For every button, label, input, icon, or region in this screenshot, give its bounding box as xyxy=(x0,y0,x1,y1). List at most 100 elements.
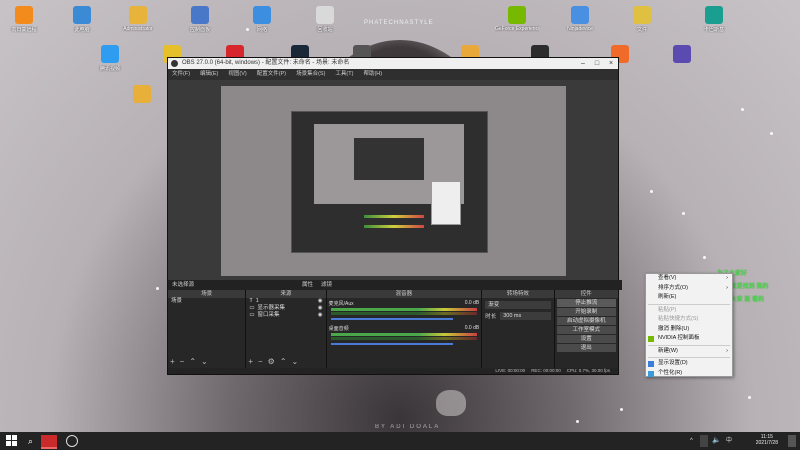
duration-input[interactable]: 300 ms xyxy=(500,312,551,320)
remove-icon[interactable]: − xyxy=(258,357,263,366)
obs-statusbar: LIVE: 00:00:00 REC: 00:00:00 CPU: 0.7%, … xyxy=(168,368,618,374)
desktop-icon[interactable] xyxy=(660,45,704,65)
menu-edit[interactable]: 编辑(E) xyxy=(200,69,218,80)
ctx-new[interactable]: 新建(W) › xyxy=(646,347,732,357)
ctx-undo-delete[interactable]: 撤消 删除(U) xyxy=(646,325,732,335)
remove-icon[interactable]: − xyxy=(180,357,185,366)
chevron-right-icon: › xyxy=(726,347,728,354)
ctx-refresh[interactable]: 刷新(E) xyxy=(646,293,732,303)
desktop-icon[interactable]: 此电脑 xyxy=(60,6,104,33)
ctx-label: 刷新(E) xyxy=(658,294,677,300)
desktop-icon[interactable]: 网络 xyxy=(240,6,284,33)
menu-scene-collection[interactable]: 场景集合(S) xyxy=(296,69,325,80)
start-recording-button[interactable]: 开始录制 xyxy=(556,308,616,316)
obs-taskbar-icon[interactable] xyxy=(66,435,78,447)
audio-meter xyxy=(330,337,478,340)
ctx-paste[interactable]: 粘贴(P) xyxy=(646,306,732,316)
settings-button[interactable]: 设置 xyxy=(556,335,616,343)
scenes-dock-header: 场景 xyxy=(168,290,246,298)
move-up-icon[interactable]: ⌃ xyxy=(189,357,196,366)
studio-mode-button[interactable]: 工作室模式 xyxy=(556,326,616,334)
move-up-icon[interactable]: ⌃ xyxy=(280,357,287,366)
obs-window[interactable]: OBS 27.0.0 (64-bit, windows) - 配置文件: 未命名… xyxy=(167,57,622,375)
audio-meter xyxy=(330,308,478,311)
menu-tools[interactable]: 工具(T) xyxy=(335,69,353,80)
tray-network-icon[interactable] xyxy=(700,435,708,447)
volume-slider[interactable] xyxy=(330,318,454,320)
desktop-icon[interactable]: GeForce Experience xyxy=(495,6,539,32)
filters-button[interactable]: 滤镜 xyxy=(321,280,332,290)
move-down-icon[interactable]: ⌄ xyxy=(201,357,208,366)
desktop-icon[interactable]: 回收站 xyxy=(303,6,347,33)
desktop-icon[interactable]: Ninjadevice xyxy=(558,6,602,32)
snowflake xyxy=(748,396,751,399)
volume-slider[interactable] xyxy=(330,343,454,345)
menu-file[interactable]: 文件(F) xyxy=(172,69,190,80)
gear-icon[interactable]: ⚙ xyxy=(268,357,275,366)
add-icon[interactable]: + xyxy=(170,357,175,366)
ctx-label: 粘贴(P) xyxy=(658,306,677,313)
app-icon xyxy=(129,6,147,24)
desktop-icon[interactable]: 腾讯视频 xyxy=(88,45,132,72)
minimize-icon[interactable]: – xyxy=(576,58,590,69)
nvidia-icon xyxy=(648,336,654,342)
source-item[interactable]: ▭ 窗口采集 ◉ xyxy=(246,312,325,319)
close-icon[interactable]: × xyxy=(604,58,618,69)
obs-docks: 场景 场景 + − ⌃ ⌄ 来源 T 1 ◉ ▭ 显示器采集 ◉ ▭ 窗口采集 ◉ + − … xyxy=(168,290,618,368)
exit-button[interactable]: 退出 xyxy=(556,344,616,352)
start-virtual-camera-button[interactable]: 启动虚拟摄像机 xyxy=(556,317,616,325)
maximize-icon[interactable]: □ xyxy=(590,58,604,69)
desktop-icon[interactable]: 卡巴斯基 xyxy=(692,6,736,33)
track-name: 麦克风/Aux xyxy=(328,301,354,307)
preview-meter xyxy=(364,225,424,228)
obs-titlebar[interactable]: OBS 27.0.0 (64-bit, windows) - 配置文件: 未命名… xyxy=(168,58,618,69)
desktop-icon[interactable]: 控制面板 xyxy=(178,6,222,33)
properties-button[interactable]: 属性 xyxy=(302,280,313,290)
desktop-icon[interactable]: 文件 xyxy=(620,6,664,33)
source-item[interactable]: ▭ 显示器采集 ◉ xyxy=(246,305,325,312)
ctx-view[interactable]: 查看(V) › xyxy=(646,274,732,284)
app-icon xyxy=(673,45,691,63)
transitions-dock-header: 转场特效 xyxy=(482,290,554,298)
add-icon[interactable]: + xyxy=(248,357,253,366)
text-source-icon: T xyxy=(249,298,253,304)
ctx-personalize[interactable]: 个性化(R) xyxy=(646,369,732,379)
obs-preview[interactable] xyxy=(168,80,618,280)
eye-icon[interactable]: ◉ xyxy=(318,298,323,305)
track-name: 桌面音频 xyxy=(328,326,349,332)
tray-chevron-up-icon[interactable]: ^ xyxy=(690,435,693,447)
desktop-icon[interactable] xyxy=(120,85,164,105)
mixer-track: 桌面音频 0.0 dB xyxy=(327,321,482,345)
mixer-dock: 混音器 麦克风/Aux 0.0 dB 桌面音频 0.0 dB xyxy=(326,290,483,368)
transition-select[interactable]: 渐变 xyxy=(485,301,551,309)
source-item[interactable]: T 1 ◉ xyxy=(246,298,325,305)
app-icon xyxy=(316,6,334,24)
preview-nested-desktop xyxy=(221,86,566,276)
scene-item[interactable]: 场景 xyxy=(168,298,245,305)
tray-clock[interactable]: 11:15 2021/7/28 xyxy=(756,434,778,446)
menu-view[interactable]: 视图(V) xyxy=(228,69,246,80)
preview-meter xyxy=(364,215,424,218)
desktop-icon-label: Administrator xyxy=(123,26,153,32)
menu-profile[interactable]: 配置文件(P) xyxy=(257,69,286,80)
stop-streaming-button[interactable]: 停止推流 xyxy=(556,299,616,307)
ctx-paste-shortcut[interactable]: 粘贴快捷方式(S) xyxy=(646,315,732,325)
menu-help[interactable]: 帮助(H) xyxy=(363,69,382,80)
ctx-nvidia-control-panel[interactable]: NVIDIA 控制面板 xyxy=(646,334,732,344)
app-icon xyxy=(253,6,271,24)
desktop-icon[interactable]: 向日葵远程 xyxy=(2,6,46,33)
display-icon xyxy=(648,361,654,367)
notification-icon[interactable] xyxy=(788,435,796,447)
search-icon[interactable]: ⌕ xyxy=(28,435,38,447)
tray-ime[interactable]: 中 xyxy=(726,435,732,447)
move-down-icon[interactable]: ⌄ xyxy=(292,357,299,366)
obs-window-title: OBS 27.0.0 (64-bit, windows) - 配置文件: 未命名… xyxy=(182,60,350,66)
desktop-icon[interactable]: Administrator xyxy=(116,6,160,32)
tray-volume-icon[interactable]: 🔈 xyxy=(712,435,721,447)
start-button[interactable] xyxy=(6,435,18,447)
eye-icon[interactable]: ◉ xyxy=(318,305,323,312)
eye-icon[interactable]: ◉ xyxy=(318,312,323,319)
ctx-display-settings[interactable]: 显示设置(D) xyxy=(646,359,732,369)
ctx-sort[interactable]: 排序方式(O) › xyxy=(646,284,732,294)
taskbar-app-obs[interactable] xyxy=(41,435,57,449)
